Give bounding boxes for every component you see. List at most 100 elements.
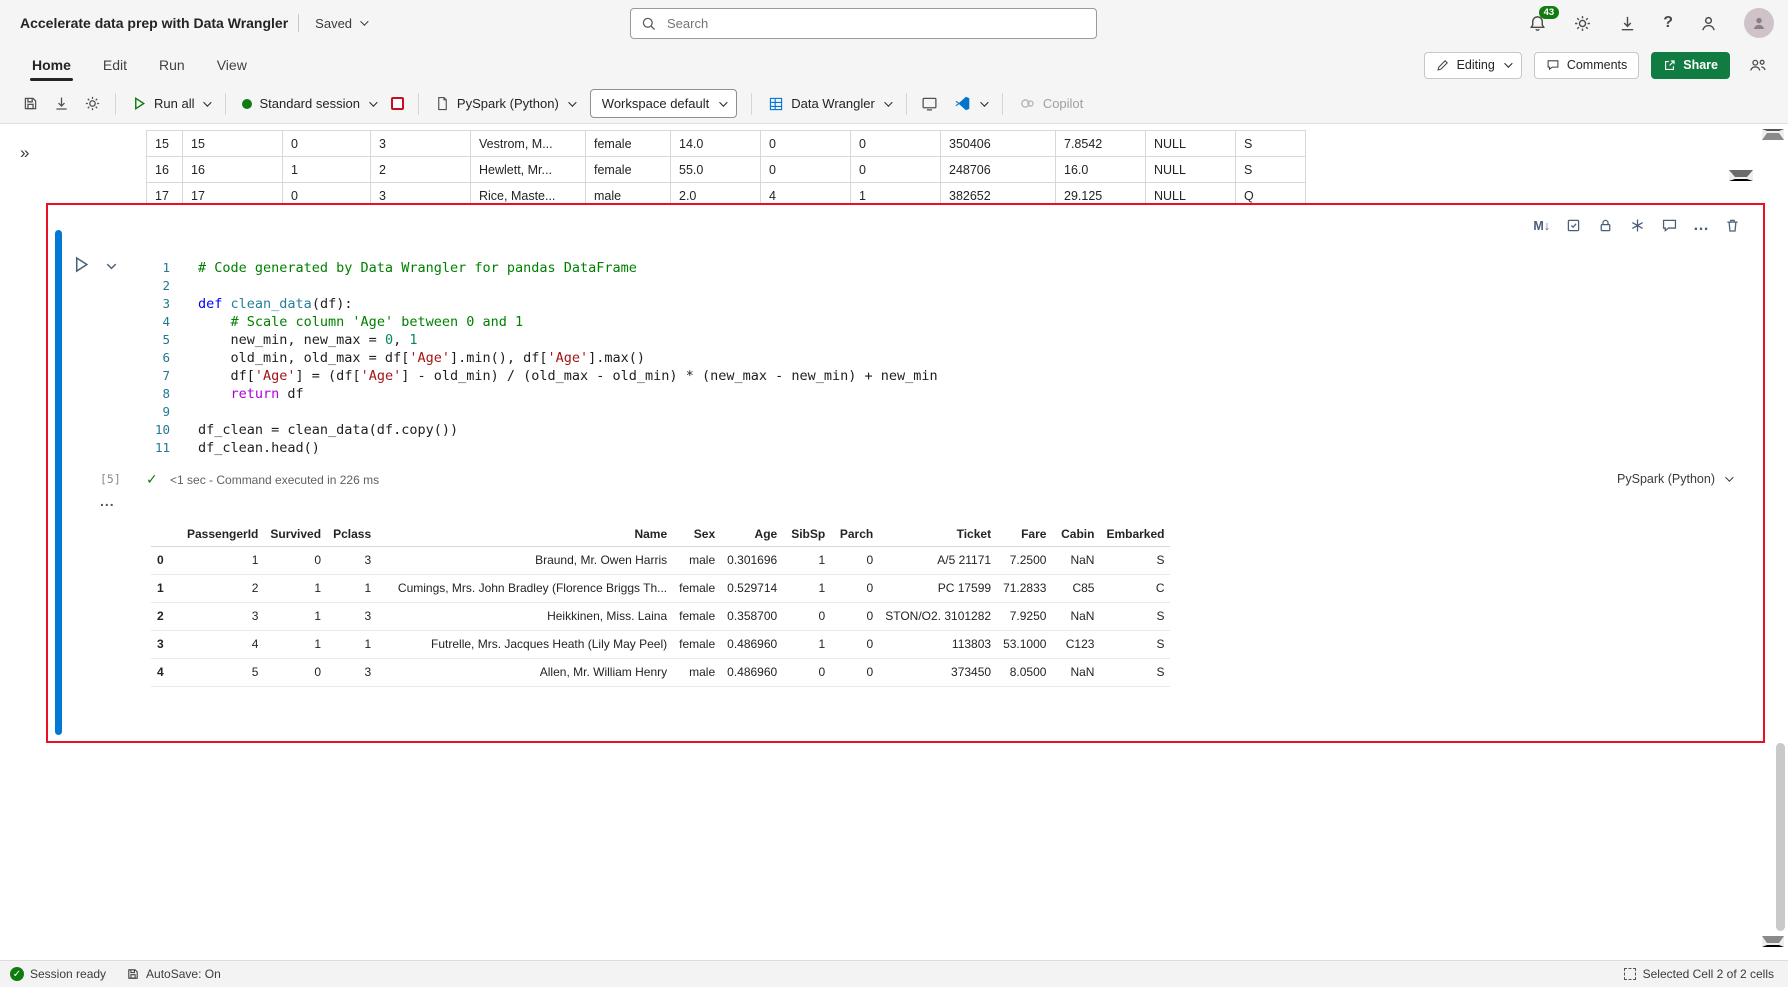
workspace-dropdown[interactable]: Workspace default bbox=[589, 89, 738, 118]
code-line[interactable]: 1 # Code generated by Data Wrangler for p… bbox=[48, 259, 1723, 277]
dataframe-cell[interactable]: Hewlett, Mr... bbox=[470, 156, 586, 183]
dataframe-cell[interactable]: 16 bbox=[146, 156, 183, 183]
dataframe-cell[interactable]: NULL bbox=[1145, 156, 1236, 183]
autosave-status[interactable]: AutoSave: On bbox=[126, 967, 221, 981]
more-options-button[interactable]: … bbox=[1693, 216, 1709, 234]
kernel-language-dropdown[interactable]: PySpark (Python) bbox=[433, 96, 577, 111]
download-button[interactable] bbox=[1618, 14, 1637, 33]
code-line[interactable]: 8 return df bbox=[48, 385, 1723, 403]
grid-scroll-down-arrow[interactable] bbox=[1729, 170, 1753, 181]
global-search[interactable] bbox=[630, 8, 1097, 39]
dataframe-cell[interactable]: Vestrom, M... bbox=[470, 130, 586, 157]
cell-kernel-label: PySpark (Python) bbox=[1617, 472, 1715, 486]
copilot-button[interactable]: Copilot bbox=[1017, 95, 1085, 112]
stop-session-button[interactable] bbox=[390, 97, 404, 110]
dataframe-cell[interactable]: 15 bbox=[182, 130, 283, 157]
delete-cell-button[interactable] bbox=[1724, 217, 1741, 234]
code-line[interactable]: 10 df_clean = clean_data(df.copy()) bbox=[48, 421, 1723, 439]
dataframe-cell[interactable]: 7.8542 bbox=[1055, 130, 1146, 157]
dataframe-cell[interactable]: NULL bbox=[1145, 130, 1236, 157]
dataframe-cell[interactable]: 0 bbox=[282, 130, 371, 157]
ellipsis-icon: … bbox=[1693, 216, 1709, 234]
data-wrangler-dropdown[interactable]: Data Wrangler bbox=[766, 96, 893, 112]
output-collapsed-indicator[interactable]: ... bbox=[100, 493, 115, 509]
dataframe-cell[interactable]: 3 bbox=[370, 130, 471, 157]
dataframe-cell[interactable]: 350406 bbox=[940, 130, 1056, 157]
output-cell: 0 bbox=[818, 665, 826, 679]
focus-window-button[interactable] bbox=[921, 95, 938, 112]
dataframe-cell[interactable]: 1 bbox=[282, 156, 371, 183]
code-line[interactable]: 4 # Scale column 'Age' between 0 and 1 bbox=[48, 313, 1723, 331]
dataframe-cell[interactable]: 0 bbox=[850, 156, 941, 183]
scrollbar-up-arrow[interactable] bbox=[1762, 129, 1784, 140]
dataframe-cell[interactable]: 248706 bbox=[940, 156, 1056, 183]
output-cell: 1 bbox=[314, 637, 322, 651]
output-cell: 0 bbox=[866, 665, 874, 679]
settings-button[interactable] bbox=[1573, 14, 1592, 33]
dataframe-cell[interactable]: 14.0 bbox=[670, 130, 761, 157]
collaborators-button[interactable] bbox=[1742, 54, 1774, 76]
account-avatar[interactable] bbox=[1744, 8, 1774, 38]
share-button[interactable]: Share bbox=[1651, 51, 1730, 79]
tab-edit[interactable]: Edit bbox=[87, 46, 143, 84]
dataframe-cell[interactable]: S bbox=[1235, 156, 1306, 183]
comments-button[interactable]: Comments bbox=[1533, 51, 1640, 79]
search-input[interactable] bbox=[665, 15, 1086, 32]
selection-square-icon bbox=[1623, 968, 1636, 980]
dataframe-row[interactable]: 16 16 1 2 Hewlett, Mr... female 55.0 0 0 248706 16… bbox=[146, 156, 1306, 183]
selected-code-cell[interactable]: M↓ … 1 # Code generated by Data Wrangler… bbox=[46, 203, 1765, 743]
line-number: 2 bbox=[162, 278, 170, 293]
code-line[interactable]: 7 df['Age'] = (df['Age'] - old_min) / (o… bbox=[48, 367, 1723, 385]
output-cell: 0 bbox=[314, 553, 322, 567]
open-in-vscode-button[interactable] bbox=[952, 95, 989, 112]
save-status-dropdown[interactable]: Saved bbox=[309, 15, 372, 32]
chevron-down-icon bbox=[883, 97, 893, 107]
dataframe-cell[interactable]: 16 bbox=[182, 156, 283, 183]
add-comment-button[interactable] bbox=[1661, 217, 1678, 234]
save-button[interactable] bbox=[22, 95, 39, 112]
export-button[interactable] bbox=[53, 95, 70, 112]
notifications-button[interactable]: 43 bbox=[1528, 5, 1560, 33]
tab-run[interactable]: Run bbox=[143, 46, 201, 84]
code-line[interactable]: 5 new_min, new_max = 0, 1 bbox=[48, 331, 1723, 349]
code-line[interactable]: 9 bbox=[48, 403, 1723, 421]
dataframe-cell[interactable]: female bbox=[585, 130, 671, 157]
dataframe-cell[interactable]: 16.0 bbox=[1055, 156, 1146, 183]
scrollbar-down-arrow[interactable] bbox=[1762, 936, 1784, 947]
dataframe-row[interactable]: 15 15 0 3 Vestrom, M... female 14.0 0 0 350406 7.8… bbox=[146, 130, 1306, 157]
code-line[interactable]: 3 def clean_data(df): bbox=[48, 295, 1723, 313]
notebook-title[interactable]: Accelerate data prep with Data Wrangler bbox=[20, 15, 288, 31]
kernel-label: PySpark (Python) bbox=[456, 96, 559, 111]
editing-mode-dropdown[interactable]: Editing bbox=[1423, 51, 1522, 79]
code-line[interactable]: 11 df_clean.head() bbox=[48, 439, 1723, 457]
code-line[interactable]: 2 bbox=[48, 277, 1723, 295]
help-button[interactable]: ? bbox=[1663, 14, 1673, 32]
dataframe-cell[interactable]: 0 bbox=[760, 130, 851, 157]
dataframe-cell[interactable]: S bbox=[1235, 130, 1306, 157]
code-editor[interactable]: 1 # Code generated by Data Wrangler for p… bbox=[48, 259, 1723, 457]
scrollbar-thumb[interactable] bbox=[1776, 743, 1785, 931]
chevron-down-icon bbox=[1503, 59, 1513, 68]
double-chevron-right-icon: » bbox=[20, 143, 30, 162]
session-dropdown[interactable]: Standard session bbox=[240, 96, 378, 111]
tab-home[interactable]: Home bbox=[16, 46, 87, 84]
dataframe-cell[interactable]: 0 bbox=[850, 130, 941, 157]
dataframe-cell[interactable]: 15 bbox=[146, 130, 183, 157]
line-number: 10 bbox=[154, 422, 170, 437]
select-cell-button[interactable] bbox=[1565, 217, 1582, 234]
freeze-cell-button[interactable] bbox=[1629, 217, 1646, 234]
dataframe-cell[interactable]: 0 bbox=[760, 156, 851, 183]
feedback-button[interactable] bbox=[1699, 14, 1718, 33]
code-line[interactable]: 6 old_min, old_max = df['Age'].min(), df… bbox=[48, 349, 1723, 367]
dataframe-cell[interactable]: female bbox=[585, 156, 671, 183]
lock-cell-button[interactable] bbox=[1597, 217, 1614, 234]
cell-kernel-dropdown[interactable]: PySpark (Python) bbox=[1611, 471, 1737, 487]
tab-view[interactable]: View bbox=[201, 46, 263, 84]
dataframe-cell[interactable]: 2 bbox=[370, 156, 471, 183]
notebook-settings-button[interactable] bbox=[84, 95, 101, 112]
expand-sidebar-button[interactable]: » bbox=[20, 144, 29, 161]
convert-to-markdown-button[interactable]: M↓ bbox=[1533, 219, 1550, 233]
comment-icon bbox=[1546, 58, 1560, 72]
dataframe-cell[interactable]: 55.0 bbox=[670, 156, 761, 183]
run-all-button[interactable]: Run all bbox=[130, 96, 213, 111]
